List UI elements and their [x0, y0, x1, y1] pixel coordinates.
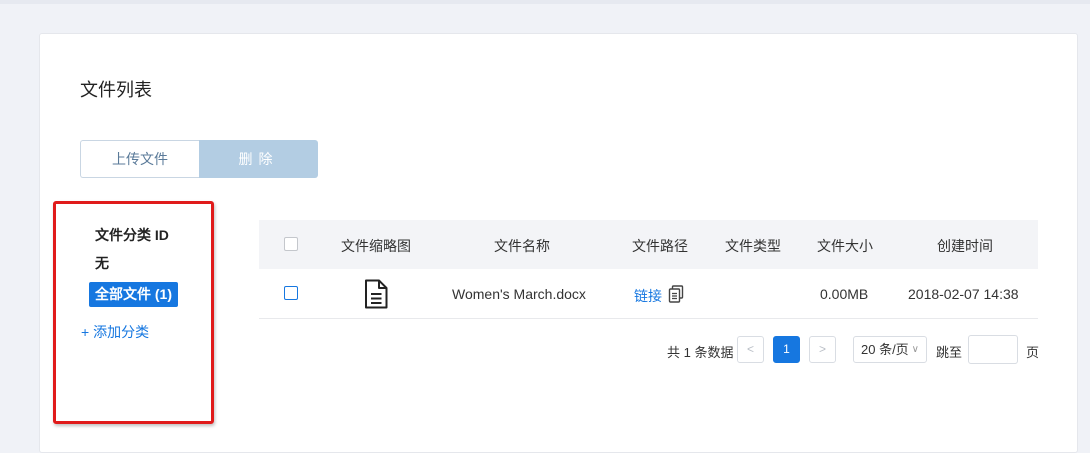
header-file-size: 文件大小 [817, 238, 873, 254]
add-category-link[interactable]: + 添加分类 [81, 322, 149, 342]
file-size-cell: 0.00MB [820, 286, 869, 302]
delete-button[interactable]: 删除 [199, 140, 318, 178]
select-all-checkbox[interactable] [284, 237, 298, 251]
upload-file-button[interactable]: 上传文件 [80, 140, 199, 178]
category-none[interactable]: 无 [95, 253, 109, 273]
total-count: 共 1 条数据 [667, 345, 734, 360]
page-title: 文件列表 [80, 80, 152, 100]
page-1-button[interactable]: 1 [773, 336, 800, 363]
category-id-label: 文件分类 ID [95, 227, 169, 243]
header-file-type: 文件类型 [725, 238, 781, 254]
next-page-button[interactable]: > [809, 336, 836, 363]
file-path-link[interactable]: 链接 [634, 286, 662, 306]
page-size-select[interactable]: 20 条/页 ∨ [853, 336, 927, 363]
copy-icon[interactable] [668, 285, 684, 308]
row-divider [259, 318, 1038, 319]
page-suffix: 页 [1026, 345, 1040, 360]
chevron-down-icon: ∨ [911, 344, 919, 355]
top-bar [0, 0, 1090, 4]
page-size-value: 20 条/页 [861, 342, 909, 357]
header-file-path: 文件路径 [632, 238, 688, 254]
created-time-cell: 2018-02-07 14:38 [908, 286, 1019, 302]
header-file-name: 文件名称 [494, 238, 550, 254]
prev-page-button[interactable]: < [737, 336, 764, 363]
category-all-files[interactable]: 全部文件 (1) [89, 282, 178, 307]
header-thumbnail: 文件缩略图 [341, 238, 411, 254]
document-icon [363, 279, 389, 314]
row-checkbox[interactable] [284, 286, 298, 300]
header-created-time: 创建时间 [937, 238, 993, 254]
jump-page-input[interactable] [968, 335, 1018, 364]
file-name-cell: Women's March.docx [452, 286, 586, 302]
jump-label: 跳至 [936, 345, 963, 360]
